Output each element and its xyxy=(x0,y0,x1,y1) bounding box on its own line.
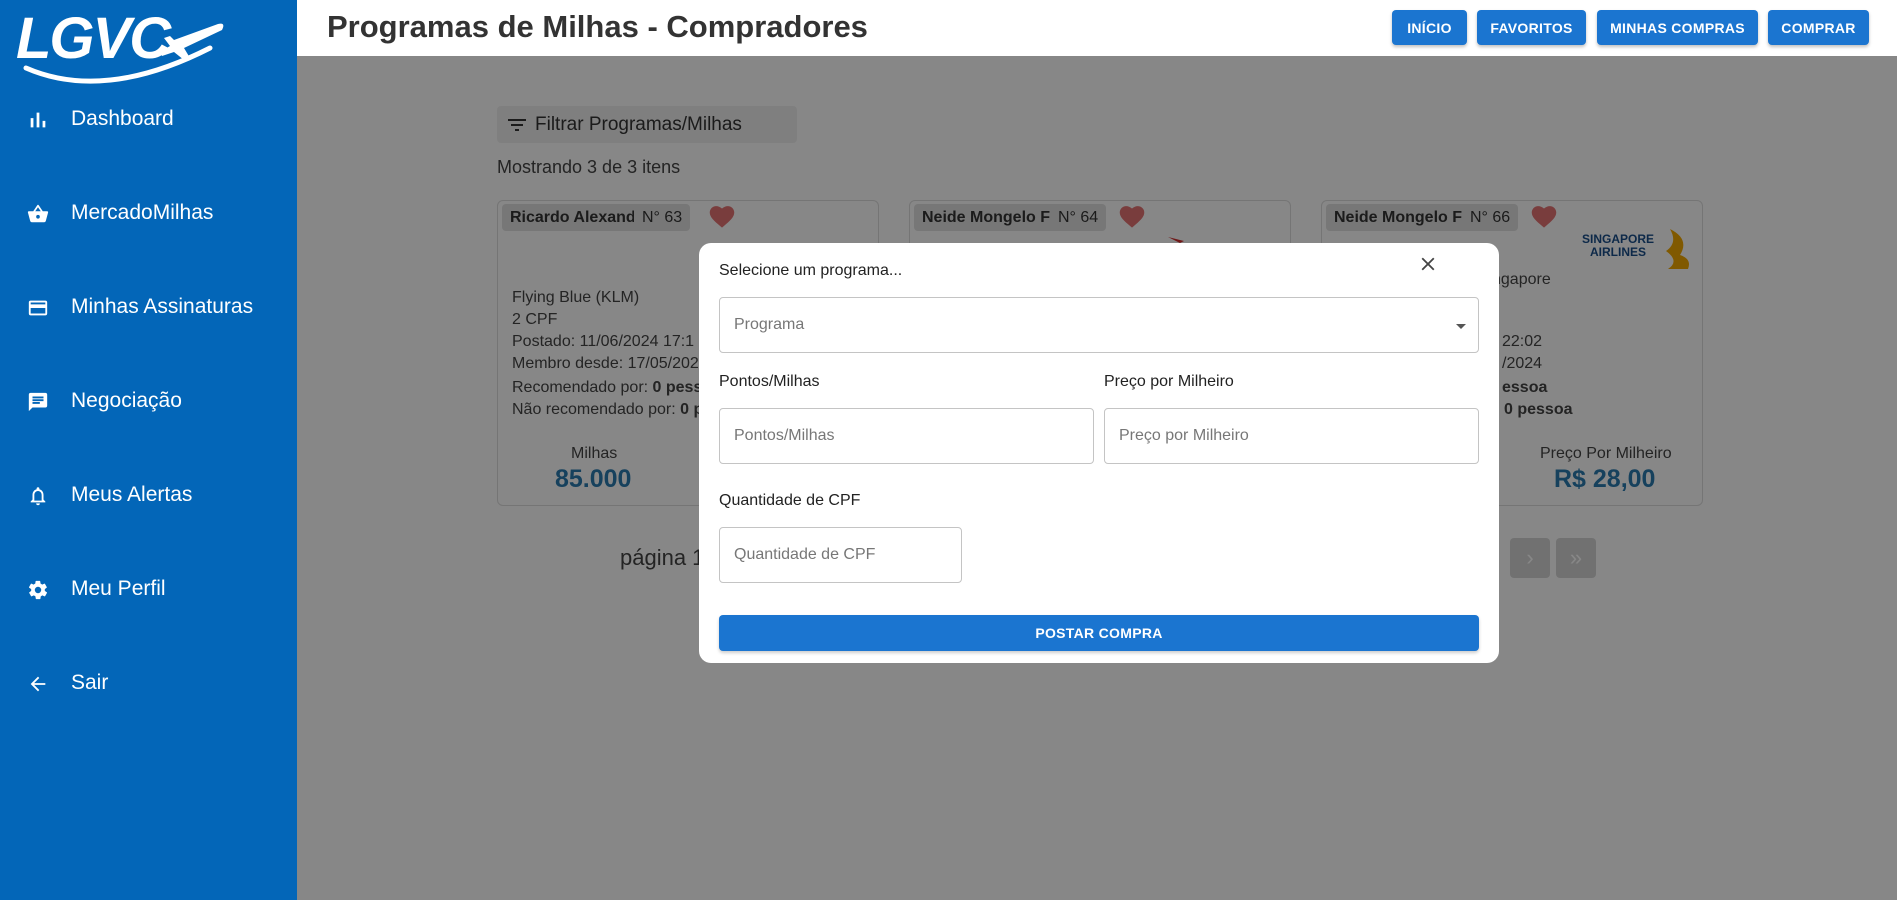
points-input[interactable] xyxy=(720,409,1093,463)
credit-card-icon xyxy=(28,300,48,316)
program-select[interactable]: Programa xyxy=(719,297,1479,353)
points-label: Pontos/Milhas xyxy=(719,373,820,390)
price-field-wrapper xyxy=(1104,408,1479,464)
sidebar-item-label: Dashboard xyxy=(71,107,174,130)
bar-chart-icon xyxy=(30,112,46,128)
sidebar-item-label: Negociação xyxy=(71,389,182,412)
post-purchase-dialog: Selecione um programa... Programa Pontos… xyxy=(699,243,1499,663)
chevron-down-icon xyxy=(1456,324,1466,329)
sidebar-item-label: Sair xyxy=(71,671,109,694)
comprar-button[interactable]: COMPRAR xyxy=(1768,10,1869,45)
price-input[interactable] xyxy=(1105,409,1478,463)
cpf-input[interactable] xyxy=(720,528,961,582)
inicio-button[interactable]: INÍCIO xyxy=(1392,10,1467,45)
airplane-swoosh-icon xyxy=(23,23,224,84)
bell-icon xyxy=(30,487,46,506)
sidebar-item-label: MercadoMilhas xyxy=(71,201,214,224)
sidebar-item-mercadomilhas[interactable]: MercadoMilhas xyxy=(0,188,297,238)
chat-icon xyxy=(28,392,48,412)
cpf-label: Quantidade de CPF xyxy=(719,492,861,509)
program-select-label: Selecione um programa... xyxy=(719,262,903,279)
favoritos-button[interactable]: FAVORITOS xyxy=(1477,10,1586,45)
points-field-wrapper xyxy=(719,408,1094,464)
sidebar-item-meu-perfil[interactable]: Meu Perfil xyxy=(0,564,297,614)
basket-icon xyxy=(27,204,49,223)
sidebar-item-sair[interactable]: Sair xyxy=(0,658,297,708)
sidebar-item-label: Minhas Assinaturas xyxy=(71,295,254,318)
minhas-compras-button[interactable]: MINHAS COMPRAS xyxy=(1597,10,1758,45)
post-purchase-button[interactable]: POSTAR COMPRA xyxy=(719,615,1479,651)
sidebar-item-meus-alertas[interactable]: Meus Alertas xyxy=(0,470,297,520)
price-label: Preço por Milheiro xyxy=(1104,373,1234,390)
close-icon[interactable] xyxy=(1417,253,1439,275)
page-title: Programas de Milhas - Compradores xyxy=(327,9,868,44)
program-select-placeholder: Programa xyxy=(734,316,805,333)
top-header: Programas de Milhas - Compradores INÍCIO… xyxy=(297,0,1897,56)
sidebar: LGVC Dashboard MercadoMilhas Minhas Assi… xyxy=(0,0,297,900)
sidebar-item-minhas-assinaturas[interactable]: Minhas Assinaturas xyxy=(0,282,297,332)
sidebar-item-label: Meus Alertas xyxy=(71,483,193,506)
sidebar-item-label: Meu Perfil xyxy=(71,577,166,600)
cpf-field-wrapper xyxy=(719,527,962,583)
gear-icon xyxy=(28,580,48,600)
arrow-left-icon xyxy=(30,676,46,692)
sidebar-item-negociacao[interactable]: Negociação xyxy=(0,376,297,426)
logo[interactable]: LGVC xyxy=(14,4,224,90)
sidebar-item-dashboard[interactable]: Dashboard xyxy=(0,94,297,144)
